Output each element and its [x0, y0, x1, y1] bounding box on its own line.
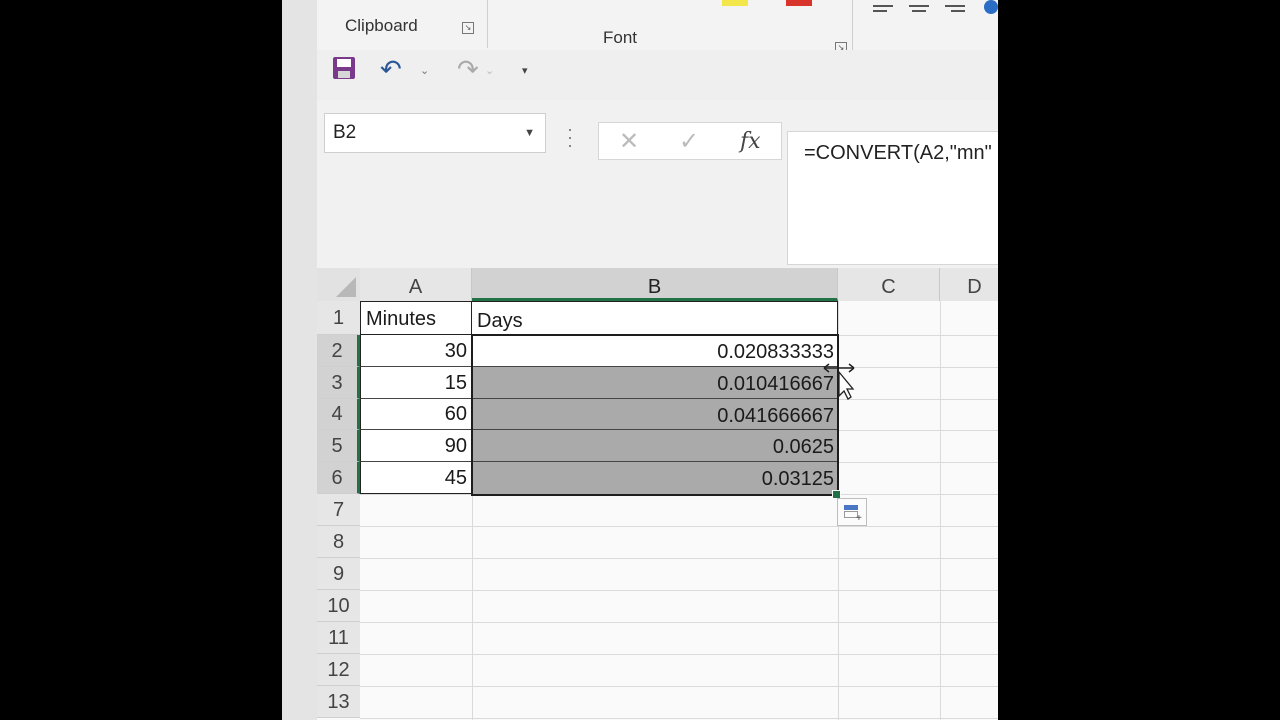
- undo-dropdown-icon[interactable]: ⌄: [420, 64, 429, 77]
- row-header-2[interactable]: 2: [317, 335, 360, 367]
- cell-b6[interactable]: 0.03125: [472, 462, 838, 494]
- mouse-cursor-icon: [823, 363, 855, 400]
- align-right-icon[interactable]: [945, 2, 965, 15]
- column-header-b[interactable]: B: [472, 268, 838, 301]
- formula-bar-grip-icon[interactable]: · · ·: [567, 120, 573, 154]
- quick-access-toolbar: ↶ ⌄ ↷ ⌄ ▾: [317, 50, 998, 100]
- row-header-7[interactable]: 7: [317, 494, 360, 526]
- clipboard-dialog-launcher-icon[interactable]: ↘: [462, 22, 474, 34]
- gridline: [940, 301, 941, 720]
- ribbon-divider: [852, 0, 853, 50]
- quick-analysis-button[interactable]: +: [837, 498, 867, 526]
- cell-a5[interactable]: 90: [360, 430, 472, 462]
- worksheet-grid[interactable]: A B C D 1 2 3 4 5 6 7 8 9 10 11 12 13 Mi…: [317, 268, 998, 720]
- cell-b3[interactable]: 0.010416667: [472, 367, 838, 399]
- chevron-down-icon[interactable]: ▼: [524, 127, 535, 139]
- redo-dropdown-icon[interactable]: ⌄: [485, 64, 494, 77]
- align-center-icon[interactable]: [909, 2, 929, 15]
- redo-icon[interactable]: ↷: [457, 56, 479, 82]
- ribbon: Clipboard ↘ Font ↘: [317, 0, 998, 54]
- column-header-c[interactable]: C: [838, 268, 940, 301]
- gridline: [360, 558, 998, 559]
- save-icon[interactable]: [332, 56, 356, 80]
- insert-function-button[interactable]: fx: [740, 129, 761, 154]
- row-header-3[interactable]: 3: [317, 367, 360, 399]
- row-header-13[interactable]: 13: [317, 686, 360, 718]
- name-box[interactable]: B2 ▼: [324, 113, 546, 153]
- row-header-8[interactable]: 8: [317, 526, 360, 558]
- formula-bar[interactable]: =CONVERT(A2,"mn": [787, 131, 998, 265]
- gridline: [360, 686, 998, 687]
- cell-a4[interactable]: 60: [360, 399, 472, 430]
- row-header-1[interactable]: 1: [317, 301, 360, 335]
- name-box-value: B2: [333, 122, 357, 143]
- gridline: [360, 654, 998, 655]
- quick-analysis-icon: [844, 505, 858, 510]
- enter-icon[interactable]: ✓: [679, 127, 699, 156]
- align-left-icon[interactable]: [873, 2, 893, 15]
- formula-text: =CONVERT(A2,"mn": [804, 142, 992, 164]
- cell-b4[interactable]: 0.041666667: [472, 399, 838, 430]
- cell-b2[interactable]: 0.020833333: [472, 335, 838, 367]
- customize-qat-icon[interactable]: ▾: [522, 64, 528, 77]
- gridline: [472, 494, 473, 720]
- row-header-5[interactable]: 5: [317, 430, 360, 462]
- cell-b1[interactable]: Days: [472, 301, 838, 335]
- clipboard-group-label: Clipboard: [345, 16, 418, 35]
- cell-a2[interactable]: 30: [360, 335, 472, 367]
- window-edge: [282, 0, 317, 720]
- font-group-label: Font: [603, 28, 638, 47]
- gridline: [360, 526, 998, 527]
- row-header-4[interactable]: 4: [317, 399, 360, 430]
- select-all-button[interactable]: [317, 268, 360, 301]
- excel-window: Clipboard ↘ Font ↘ ↶ ⌄ ↷ ⌄ ▾ B2 ▼ · · · ✕ …: [282, 0, 998, 720]
- row-header-6[interactable]: 6: [317, 462, 360, 494]
- gridline: [360, 590, 998, 591]
- row-header-11[interactable]: 11: [317, 622, 360, 654]
- cell-b5[interactable]: 0.0625: [472, 430, 838, 462]
- cell-a3[interactable]: 15: [360, 367, 472, 399]
- undo-icon[interactable]: ↶: [380, 56, 402, 82]
- cell-a1[interactable]: Minutes: [360, 301, 472, 335]
- column-header-a[interactable]: A: [360, 268, 472, 301]
- gridline: [360, 718, 998, 719]
- highlight-color-icon[interactable]: [722, 0, 748, 6]
- font-color-icon[interactable]: [786, 0, 812, 6]
- formula-buttons: ✕ ✓ fx: [598, 122, 782, 160]
- cancel-icon[interactable]: ✕: [619, 127, 639, 156]
- row-header-10[interactable]: 10: [317, 590, 360, 622]
- ribbon-divider: [487, 0, 488, 48]
- row-header-12[interactable]: 12: [317, 654, 360, 686]
- cell-a6[interactable]: 45: [360, 462, 472, 494]
- wrap-text-icon[interactable]: [984, 0, 998, 14]
- gridline: [360, 494, 998, 495]
- gridline: [360, 622, 998, 623]
- column-header-d[interactable]: D: [940, 268, 998, 301]
- row-header-9[interactable]: 9: [317, 558, 360, 590]
